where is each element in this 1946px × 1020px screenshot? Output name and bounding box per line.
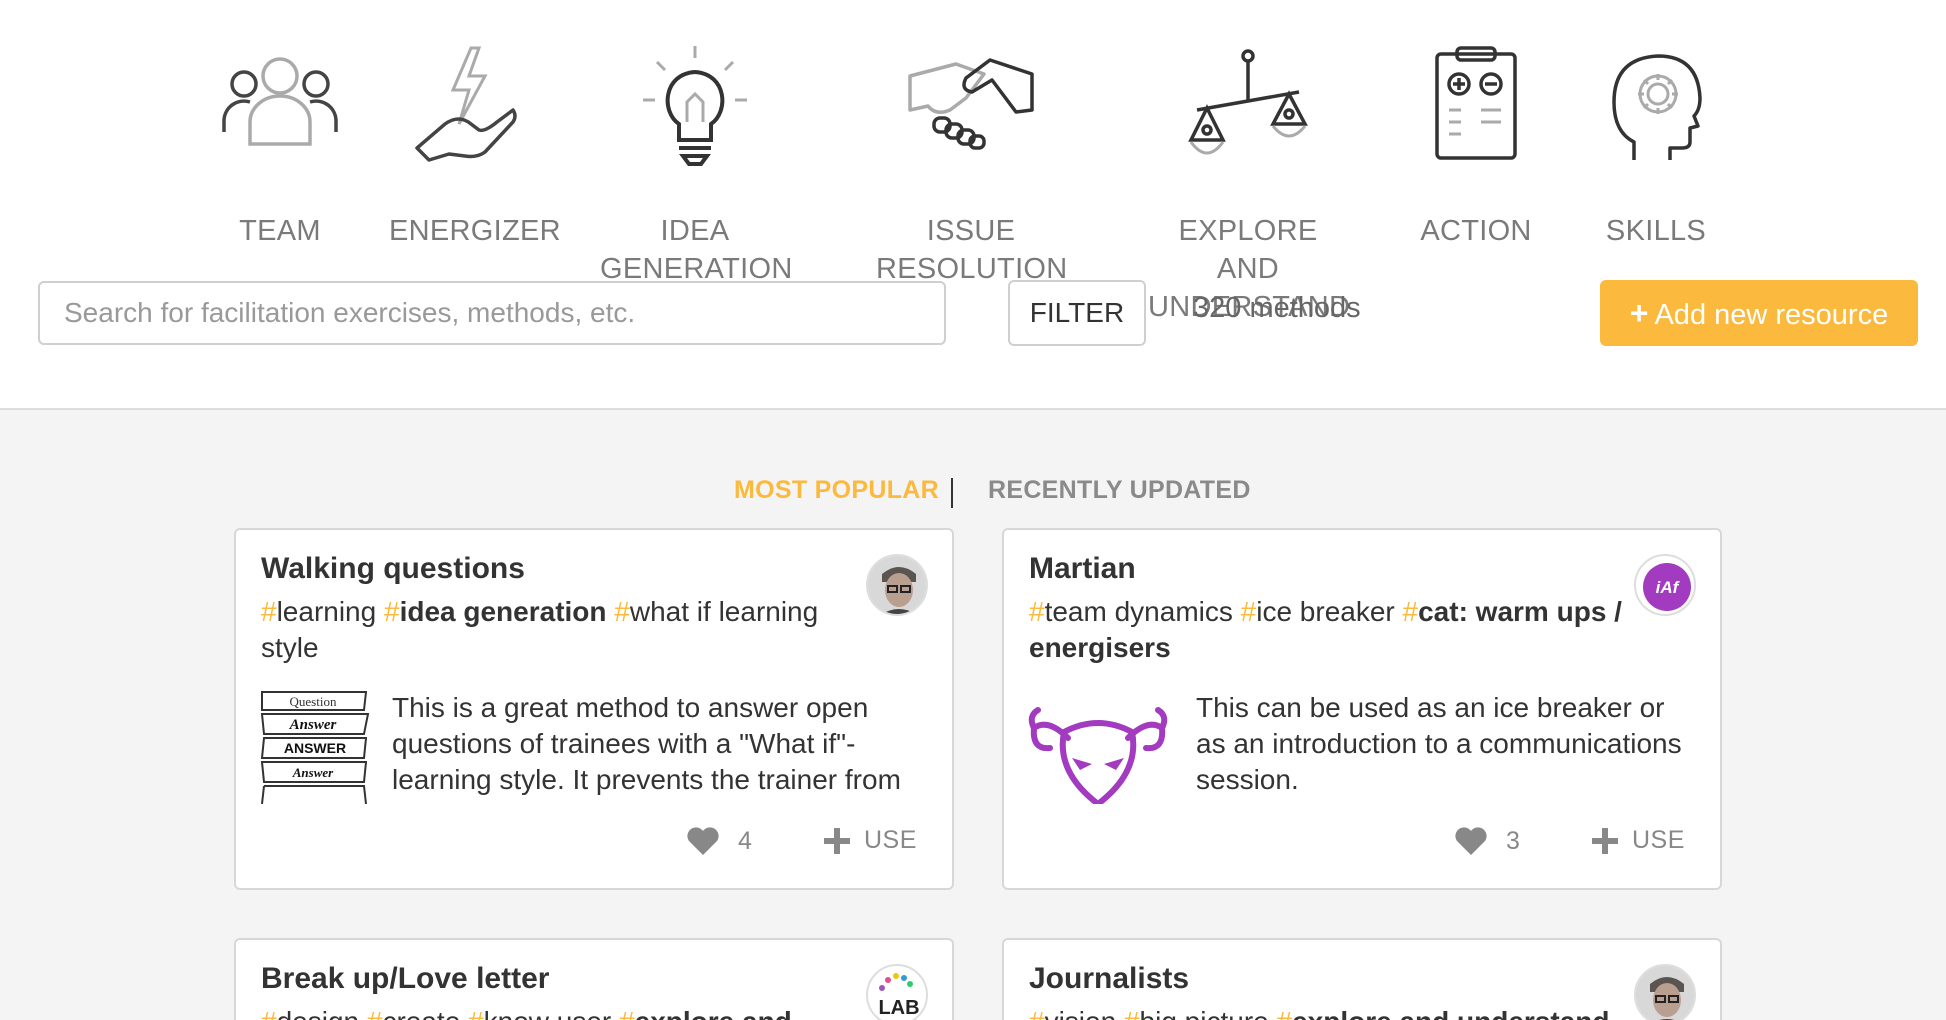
tag-ice-breaker[interactable]: #ice breaker (1241, 596, 1395, 627)
heart-icon (687, 827, 719, 855)
card-tags: #design #create #know user #explore and (261, 1004, 841, 1020)
use-label: USE (1632, 826, 1685, 854)
thumb-line: Question (290, 694, 337, 709)
filter-button[interactable]: FILTER (1008, 280, 1146, 346)
category-label: ACTION (1420, 215, 1532, 247)
method-card[interactable]: Walking questions #learning #idea genera… (234, 528, 954, 890)
category-explore-and-understand[interactable]: EXPLORE AND UNDERSTAND (1148, 40, 1350, 323)
category-label: TEAM (239, 215, 321, 247)
use-button[interactable]: USE (1592, 826, 1685, 855)
thumb-line: Answer (292, 765, 334, 780)
tag-big-picture[interactable]: #big picture (1124, 1006, 1269, 1020)
top-panel: TEAM ENERGIZER IDEA GENERATION ISSUE RES… (0, 0, 1946, 410)
sort-tabs: MOST POPULAR RECENTLY UPDATED (0, 476, 1946, 516)
head-gear-icon (1612, 54, 1702, 160)
category-action[interactable]: ACTION (1416, 40, 1536, 247)
tab-most-popular[interactable]: MOST POPULAR (734, 476, 939, 505)
card-description: This is a great method to answer open qu… (392, 692, 901, 795)
tag-explore-and[interactable]: #explore and (619, 1006, 792, 1020)
like-count: 4 (738, 826, 752, 855)
category-team[interactable]: TEAM (220, 40, 340, 247)
category-idea-generation[interactable]: IDEA GENERATION (600, 40, 792, 285)
card-title[interactable]: Journalists (1029, 962, 1189, 996)
method-card[interactable]: Journalists #vision #big picture #explor… (1002, 938, 1722, 1020)
add-new-resource-label: Add new resource (1654, 298, 1889, 331)
category-skills[interactable]: SKILLS (1596, 40, 1716, 247)
thumb-line: Answer (289, 717, 337, 733)
author-avatar[interactable]: iAf (1634, 554, 1696, 616)
like-count: 3 (1506, 826, 1520, 855)
tag-team-dynamics[interactable]: #team dynamics (1029, 596, 1233, 627)
category-label: ENERGIZER (389, 215, 561, 247)
tag-vision[interactable]: #vision (1029, 1006, 1116, 1020)
tag-know-user[interactable]: #know user (468, 1006, 611, 1020)
card-tags: #learning #idea generation #what if lear… (261, 594, 841, 666)
author-avatar[interactable] (1634, 964, 1696, 1020)
add-new-resource-button[interactable]: + Add new resource (1600, 280, 1918, 346)
method-card[interactable]: Break up/Love letter LAB #design #create… (234, 938, 954, 1020)
category-issue-resolution[interactable]: ISSUE RESOLUTION (876, 40, 1067, 285)
category-label: SKILLS (1605, 215, 1707, 247)
tag-idea-generation[interactable]: #idea generation (384, 596, 607, 627)
plus-icon: + (1629, 294, 1649, 331)
method-card[interactable]: Martian iAf #team dynamics #ice breaker … (1002, 528, 1722, 890)
card-title[interactable]: Martian (1029, 552, 1136, 586)
tab-separator (951, 478, 953, 508)
clipboard-icon (1435, 46, 1517, 160)
category-label: ISSUE RESOLUTION (876, 215, 1068, 285)
tag-design[interactable]: #design (261, 1006, 359, 1020)
plus-icon (824, 827, 850, 854)
energizer-icon (415, 46, 517, 162)
thumb-line: ANSWER (284, 740, 346, 756)
plus-icon (1592, 827, 1618, 854)
tab-recently-updated[interactable]: RECENTLY UPDATED (988, 476, 1251, 505)
avatar-text: iAf (1656, 578, 1681, 597)
card-tags: #team dynamics #ice breaker #cat: warm u… (1029, 594, 1629, 666)
card-tags: #vision #big picture #explore and unders… (1029, 1004, 1629, 1020)
card-description: This can be used as an ice breaker or as… (1196, 692, 1682, 795)
team-icon (222, 57, 338, 146)
use-label: USE (864, 826, 917, 854)
lightbulb-icon (643, 46, 747, 166)
method-count: 320 methods (1193, 292, 1361, 324)
author-avatar[interactable] (866, 554, 928, 616)
tag-create[interactable]: #create (367, 1006, 460, 1020)
heart-icon (1455, 827, 1487, 855)
tag-explore-and-understand[interactable]: #explore and understand (1277, 1006, 1610, 1020)
avatar-text: LAB (878, 997, 919, 1019)
search-input[interactable] (38, 281, 946, 345)
card-title[interactable]: Break up/Love letter (261, 962, 549, 996)
martian-thumbnail (1028, 688, 1168, 804)
card-title[interactable]: Walking questions (261, 552, 525, 586)
like-button[interactable]: 4 (686, 826, 752, 856)
use-button[interactable]: USE (824, 826, 917, 855)
category-energizer[interactable]: ENERGIZER (389, 40, 561, 247)
category-label: IDEA GENERATION (600, 215, 793, 285)
like-button[interactable]: 3 (1454, 826, 1520, 856)
method-thumbnail: Question Answer ANSWER Answer (260, 688, 370, 804)
tag-learning[interactable]: #learning (261, 596, 376, 627)
author-avatar[interactable]: LAB (866, 964, 928, 1020)
scale-icon (1188, 49, 1308, 155)
handshake-icon (908, 58, 1034, 150)
